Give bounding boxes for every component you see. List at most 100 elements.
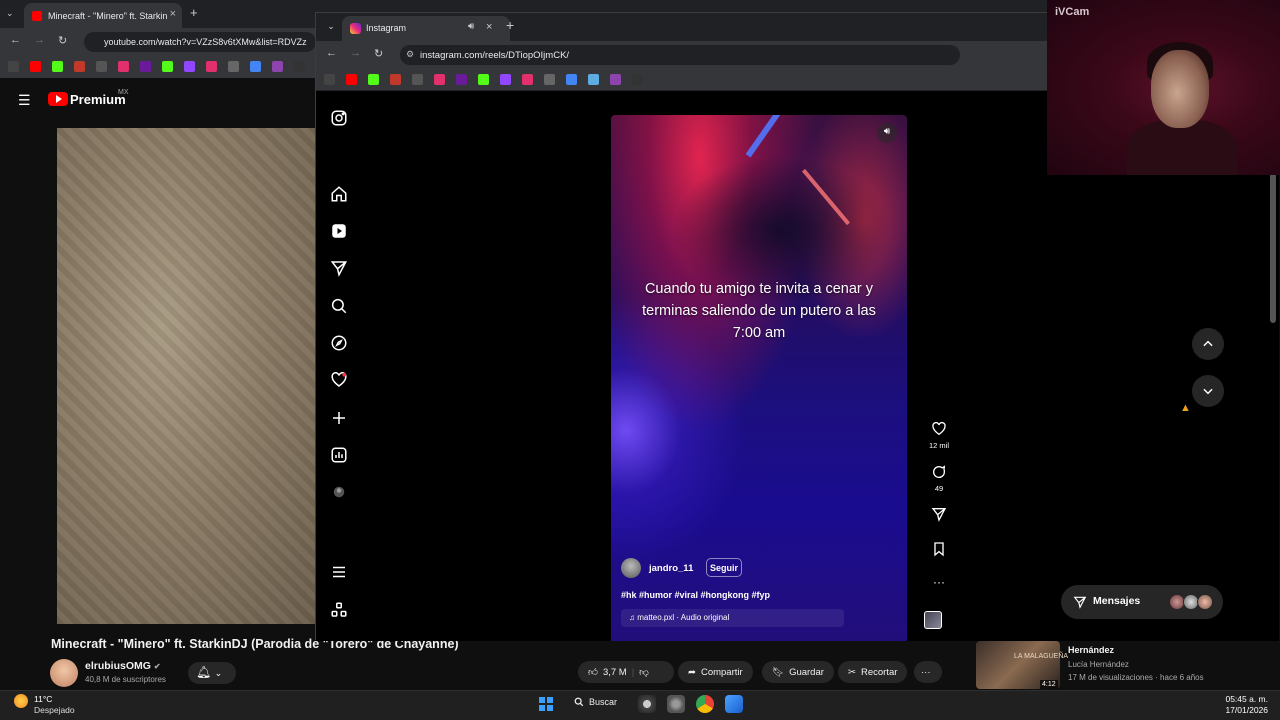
comment-button[interactable]: 49 [924,464,954,493]
bookmark-green-icon[interactable] [368,74,379,85]
page-scrollbar[interactable] [1270,173,1276,323]
reload-icon[interactable]: ↻ [58,34,67,47]
youtube-video-player[interactable] [57,128,320,624]
instagram-logo-icon[interactable] [330,109,350,129]
previous-reel-button[interactable] [1192,328,1224,360]
bookmark-instagram-2-icon[interactable] [206,61,217,72]
bookmark-youtube-icon[interactable] [346,74,357,85]
bookmark-w-icon[interactable] [544,74,555,85]
bookmark-violet-icon[interactable] [610,74,621,85]
search-icon[interactable] [330,297,350,317]
reels-icon[interactable] [330,222,350,242]
bookmark-blue-icon[interactable] [566,74,577,85]
follow-button[interactable]: Seguir [706,558,742,577]
bookmark-purple-icon[interactable] [140,61,151,72]
recommendation-channel[interactable]: Lucía Hernández [1068,660,1129,669]
audio-thumbnail[interactable] [924,611,942,629]
save-button[interactable]: 🔖︎ Guardar [762,661,834,683]
settings-gear-icon[interactable] [667,695,685,713]
explore-compass-icon[interactable] [330,334,350,354]
forward-arrow-icon[interactable]: → [350,47,361,59]
also-from-meta-icon[interactable] [330,601,350,621]
more-options-icon[interactable]: ··· [924,575,954,589]
like-dislike-button[interactable]: 👍︎ 3,7 M | 👎︎ [578,661,674,683]
chrome-icon[interactable] [696,695,714,713]
bookmark-kick-icon[interactable] [52,61,63,72]
bookmark-twitch-icon[interactable] [500,74,511,85]
tab-youtube[interactable]: Minecraft - "Minero" ft. Starkin × [24,3,182,28]
site-info-icon[interactable]: ⚙ [406,49,414,60]
reload-icon[interactable]: ↻ [374,47,383,60]
bookmark-red-icon[interactable] [74,61,85,72]
tab-list-chevron-icon[interactable]: ⌄ [322,18,340,36]
like-button[interactable]: 12 mil [924,421,954,450]
bookmark-instagram-2-icon[interactable] [522,74,533,85]
close-tab-icon[interactable]: × [170,8,176,20]
weather-sun-icon[interactable] [14,694,28,708]
messages-button[interactable]: Mensajes [1061,585,1223,619]
bookmark-instagram-icon[interactable] [434,74,445,85]
create-plus-icon[interactable] [330,409,350,429]
tab-audio-icon[interactable]: 🔊︎ [468,21,474,32]
bookmark-x-icon[interactable] [324,74,335,85]
bookmark-s-icon[interactable] [96,61,107,72]
bookmark-red-icon[interactable] [390,74,401,85]
more-actions-button[interactable]: ··· [914,661,942,683]
channel-name[interactable]: elrubiusOMG ✔ [85,660,161,672]
reel-author-username[interactable]: jandro_11 [649,563,693,574]
bookmark-twitch-icon[interactable] [184,61,195,72]
start-button[interactable] [539,697,553,711]
next-reel-button[interactable] [1192,375,1224,407]
clip-button[interactable]: ✂ Recortar [838,661,908,683]
forward-arrow-icon[interactable]: → [34,34,45,46]
taskbar-search[interactable]: Buscar [574,697,617,707]
notification-bell-button[interactable]: 🔔︎ ⌄ [188,662,236,684]
bookmark-youtube-icon[interactable] [30,61,41,72]
tab-instagram[interactable]: Instagram 🔊︎ × [342,16,510,41]
clock-date[interactable]: 17/01/2026 [1225,705,1268,715]
bookmark-tiktok-icon[interactable] [294,61,305,72]
close-tab-icon[interactable]: × [486,21,492,33]
bookmark-s-icon[interactable] [412,74,423,85]
profile-avatar-icon[interactable] [330,483,350,503]
bookmark-instagram-icon[interactable] [118,61,129,72]
bookmark-purple-icon[interactable] [456,74,467,85]
direct-send-icon[interactable] [330,259,350,279]
dashboard-chart-icon[interactable] [330,446,350,466]
taskbar-app-icon[interactable] [638,695,656,713]
back-arrow-icon[interactable]: ← [326,47,337,59]
reel-audio-link[interactable]: ♫ matteo.pxl · Audio original [621,609,844,627]
bookmark-kick-icon[interactable] [478,74,489,85]
youtube-logo-icon[interactable] [48,92,68,106]
recommendation-title[interactable]: Hernández [1068,645,1114,655]
weather-temperature[interactable]: 11°C [34,694,52,704]
hamburger-menu-icon[interactable]: ☰ [18,92,31,109]
new-tab-icon[interactable]: + [190,5,198,20]
youtube-address-bar[interactable]: youtube.com/watch?v=VZzS8v6tXMw&list=RDV… [84,32,316,52]
bookmark-kick-2-icon[interactable] [162,61,173,72]
back-arrow-icon[interactable]: ← [10,34,21,46]
weather-description[interactable]: Despejado [34,705,75,715]
bookmark-x-icon[interactable] [8,61,19,72]
share-button[interactable]: ➦ Compartir [678,661,753,683]
reel-author-avatar[interactable] [621,558,641,578]
reel-video[interactable]: 🔊︎ Cuando tu amigo te invita a cenar y t… [611,115,907,641]
thumbs-down-icon[interactable]: 👎︎ [639,666,649,678]
bookmark-violet-icon[interactable] [272,61,283,72]
bookmark-light-blue-icon[interactable] [588,74,599,85]
bookmark-tiktok-icon[interactable] [632,74,643,85]
clock-time[interactable]: 05:45 a. m. [1225,694,1268,704]
tab-search-chevron-icon[interactable]: ⌄ [6,8,14,19]
home-icon[interactable] [330,185,350,205]
speaker-icon[interactable]: 🔊︎ [877,123,897,143]
bookmark-blue-icon[interactable] [250,61,261,72]
more-menu-icon[interactable] [330,563,350,583]
notifications-heart-icon[interactable] [330,371,350,391]
channel-avatar[interactable] [50,659,78,687]
save-button[interactable] [924,541,954,562]
taskbar-blue-app-icon[interactable] [725,695,743,713]
share-button[interactable] [924,506,954,527]
new-tab-icon[interactable]: + [506,17,514,33]
reel-hashtags[interactable]: #hk #humor #viral #hongkong #fyp [621,590,770,600]
bookmark-w-icon[interactable] [228,61,239,72]
